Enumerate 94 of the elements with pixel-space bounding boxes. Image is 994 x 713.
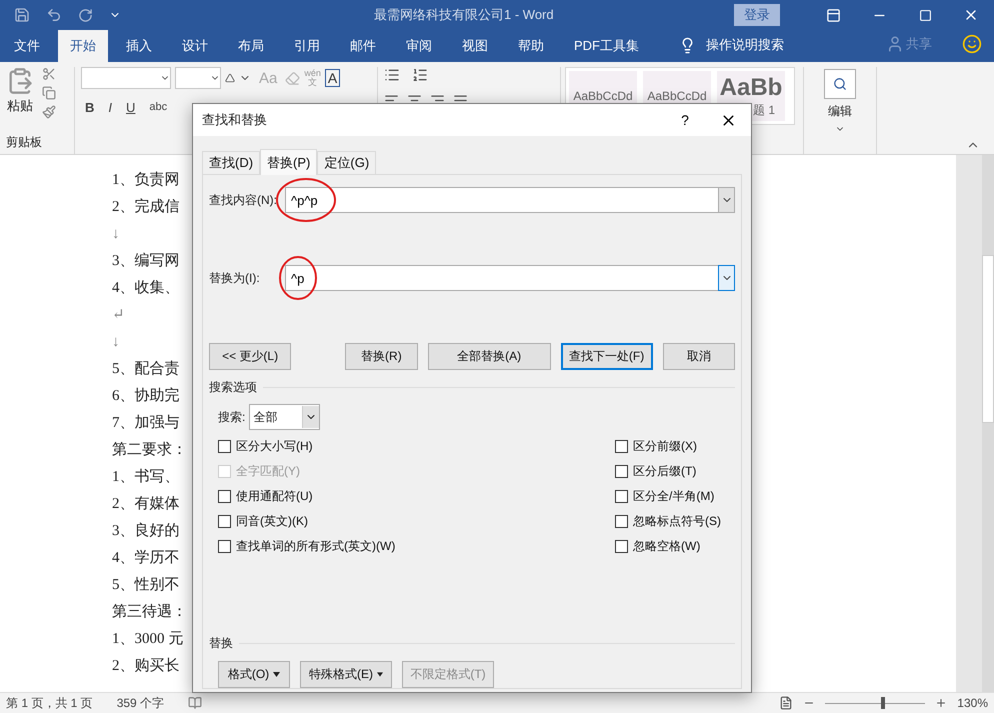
- dialog-tab[interactable]: 替换(P): [260, 149, 318, 175]
- document-line: ↓: [112, 333, 120, 352]
- paste-button[interactable]: 粘贴: [6, 67, 34, 119]
- combo-field[interactable]: ^p^p: [285, 187, 718, 213]
- undo-icon[interactable]: [46, 7, 62, 23]
- option-checkbox[interactable]: 同音(英文)(K): [218, 509, 396, 534]
- caret-icon: [273, 672, 280, 677]
- book-icon[interactable]: [188, 696, 202, 710]
- option-checkbox[interactable]: 忽略空格(W): [615, 534, 721, 559]
- word-count: 359 个字: [116, 694, 164, 712]
- page-count: 第 1 页，共 1 页: [6, 694, 93, 712]
- dialog-tab[interactable]: 查找(D): [202, 151, 260, 175]
- document-line: 4、收集、: [112, 279, 180, 298]
- dialog-button[interactable]: 取消: [662, 343, 736, 370]
- font-name-field[interactable]: [81, 67, 171, 89]
- dropdown-button[interactable]: [718, 265, 735, 291]
- document-line: 第二要求：: [112, 440, 187, 460]
- document-line: 3、编写网: [112, 252, 180, 271]
- dialog-title: 查找和替换: [202, 111, 268, 129]
- ribbon-tab[interactable]: 引用: [282, 30, 332, 62]
- format-button[interactable]: 格式(O): [218, 661, 290, 688]
- save-icon[interactable]: [14, 7, 30, 23]
- read-mode-icon[interactable]: [779, 696, 794, 710]
- option-checkbox[interactable]: 忽略标点符号(S): [615, 509, 721, 534]
- dialog-button[interactable]: << 更少(L): [209, 343, 292, 370]
- document-line: 1、负责网: [112, 170, 180, 190]
- dialog-button[interactable]: 替换(R): [345, 343, 418, 370]
- group-label: 剪贴板: [6, 134, 43, 151]
- editing-button[interactable]: 编辑: [818, 68, 862, 135]
- document-line: 第三待遇：: [112, 602, 187, 622]
- ribbon-tab[interactable]: 邮件: [338, 30, 388, 62]
- document-line: 1、书写、: [112, 468, 180, 487]
- option-checkbox[interactable]: 区分前缀(X): [615, 434, 721, 459]
- document-line: 1、3000 元: [112, 630, 184, 649]
- caret-icon: [377, 672, 383, 677]
- format-button[interactable]: 特殊格式(E): [300, 661, 392, 688]
- paintbrush-icon[interactable]: [42, 105, 56, 119]
- dialog-button[interactable]: 全部替换(A): [428, 343, 551, 370]
- format-button[interactable]: abc: [145, 102, 172, 113]
- document-line: ↵: [112, 306, 125, 325]
- document-line: 5、配合责: [112, 360, 180, 379]
- zoom-percent[interactable]: 130%: [957, 696, 988, 710]
- field-label: 替换为(I):: [209, 270, 261, 286]
- format-button[interactable]: I: [104, 101, 116, 114]
- ribbon-tab[interactable]: 设计: [170, 30, 220, 62]
- section-title: 搜索选项: [209, 379, 257, 396]
- field-label: 查找内容(N):: [209, 192, 278, 208]
- numbering-icon[interactable]: [412, 67, 428, 83]
- redo-icon[interactable]: [78, 8, 93, 22]
- document-line: 4、学历不: [112, 548, 180, 568]
- format-button[interactable]: B: [81, 101, 98, 114]
- bullets-icon[interactable]: [384, 67, 400, 83]
- search-icon: [824, 69, 856, 99]
- option-checkbox[interactable]: 使用通配符(U): [218, 484, 396, 509]
- grow-font-icon[interactable]: [225, 73, 235, 83]
- section-title: 替换: [209, 635, 233, 652]
- dialog-tab[interactable]: 定位(G): [317, 151, 376, 175]
- ribbon-tab[interactable]: 文件: [2, 30, 52, 62]
- scrollbar[interactable]: [982, 155, 994, 692]
- login-button[interactable]: 登录: [734, 4, 780, 26]
- character-border-button[interactable]: A: [324, 69, 340, 87]
- font-size-field[interactable]: [175, 67, 221, 89]
- tell-me-search[interactable]: 操作说明搜索: [706, 36, 784, 54]
- ribbon-tab[interactable]: PDF工具集: [562, 30, 651, 62]
- document-line: ↓: [112, 225, 120, 244]
- window-title: 最需网络科技有限公司1 - Word: [374, 6, 555, 24]
- document-line: 5、性别不: [112, 576, 180, 595]
- scissors-icon[interactable]: [42, 67, 56, 81]
- option-checkbox[interactable]: 查找单词的所有形式(英文)(W): [218, 534, 396, 559]
- copy-icon[interactable]: [42, 86, 56, 100]
- ribbon-tab[interactable]: 帮助: [506, 30, 556, 62]
- search-direction-select[interactable]: 全部: [249, 404, 320, 430]
- ribbon-tab[interactable]: 审阅: [394, 30, 444, 62]
- option-checkbox[interactable]: 区分后缀(T): [615, 459, 721, 484]
- option-checkbox[interactable]: 区分大小写(H): [218, 434, 396, 459]
- combo-field[interactable]: ^p: [285, 265, 718, 291]
- dialog-button[interactable]: 查找下一处(F): [560, 343, 653, 370]
- search-label: 搜索:: [218, 408, 246, 426]
- ribbon-tab[interactable]: 开始: [58, 30, 108, 62]
- ribbon-tab[interactable]: 视图: [450, 30, 500, 62]
- document-line: 3、良好的: [112, 522, 180, 541]
- document-line: 2、有媒体: [112, 495, 180, 514]
- document-line: 6、协助完: [112, 386, 180, 406]
- document-line: 2、完成信: [112, 197, 180, 217]
- document-line: 7、加强与: [112, 414, 180, 433]
- zoom-in-icon[interactable]: [935, 697, 948, 709]
- document-line: 2、购买长: [112, 656, 180, 676]
- ribbon-tab[interactable]: 布局: [226, 30, 276, 62]
- smiley-icon[interactable]: [962, 34, 982, 54]
- ribbon-tab[interactable]: 插入: [114, 30, 164, 62]
- dropdown-button[interactable]: [718, 187, 735, 213]
- format-button[interactable]: U: [122, 101, 140, 114]
- option-checkbox[interactable]: 区分全/半角(M): [615, 484, 721, 509]
- zoom-thumb[interactable]: [881, 697, 886, 709]
